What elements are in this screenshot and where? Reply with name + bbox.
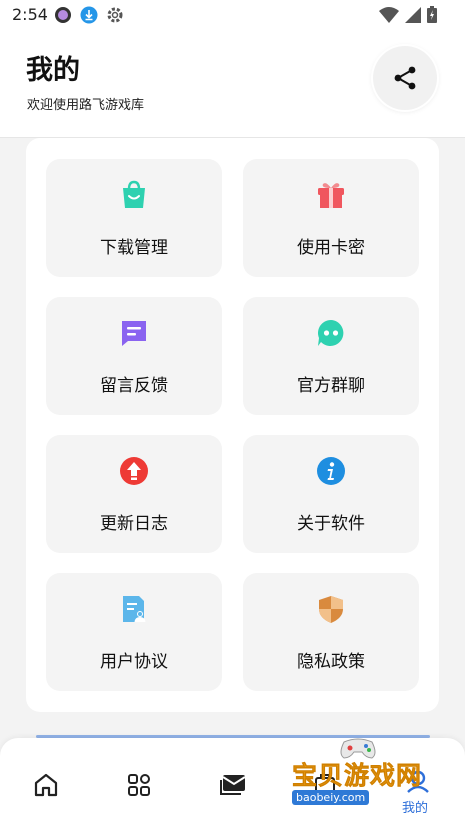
menu-item-label: 使用卡密	[297, 238, 365, 258]
menu-card: 下载管理 使用卡密 留言反馈 官方群聊 更新日志 关于软件 用户协议 隐私政策	[26, 138, 439, 712]
menu-item-official-group[interactable]: 官方群聊	[243, 297, 419, 415]
menu-item-user-agreement[interactable]: 用户协议	[46, 573, 222, 691]
status-time: 2:54	[12, 5, 48, 24]
nav-categories[interactable]	[124, 770, 154, 800]
menu-item-label: 留言反馈	[100, 376, 168, 396]
menu-item-label: 官方群聊	[297, 376, 365, 396]
app-notification-icon	[55, 7, 71, 23]
menu-item-feedback[interactable]: 留言反馈	[46, 297, 222, 415]
share-button[interactable]	[373, 46, 437, 110]
menu-item-changelog[interactable]: 更新日志	[46, 435, 222, 553]
page-title: 我的	[26, 55, 80, 86]
page-subtitle: 欢迎使用路飞游戏库	[27, 98, 145, 113]
menu-item-label: 更新日志	[100, 514, 168, 534]
message-square-icon	[118, 317, 150, 349]
download-notification-icon	[80, 6, 98, 24]
watermark-url: baobeiy.com	[292, 790, 370, 805]
mail-icon	[220, 775, 246, 795]
status-system-icons	[379, 6, 437, 23]
watermark-text: 宝贝游戏网	[292, 761, 423, 791]
grid-icon	[128, 774, 150, 796]
share-icon	[394, 66, 416, 90]
status-bar: 2:54	[0, 0, 465, 30]
menu-item-download-manager[interactable]: 下载管理	[46, 159, 222, 277]
signal-icon	[405, 6, 421, 23]
menu-item-about[interactable]: 关于软件	[243, 435, 419, 553]
shopping-bag-icon	[118, 179, 150, 211]
menu-item-label: 隐私政策	[297, 652, 365, 672]
wifi-icon	[379, 6, 399, 23]
settings-gear-icon	[107, 7, 123, 23]
menu-item-label: 关于软件	[297, 514, 365, 534]
status-notification-icons	[54, 6, 124, 24]
home-icon	[34, 773, 58, 797]
chat-bubble-icon	[315, 317, 347, 349]
menu-item-redeem-key[interactable]: 使用卡密	[243, 159, 419, 277]
watermark-logo: 宝贝游戏网 baobeiy.com	[292, 738, 432, 812]
info-icon	[315, 455, 347, 487]
nav-messages[interactable]	[218, 770, 248, 800]
page-header: 我的 欢迎使用路飞游戏库	[0, 30, 465, 138]
menu-item-privacy-policy[interactable]: 隐私政策	[243, 573, 419, 691]
shield-icon	[315, 593, 347, 625]
menu-item-label: 用户协议	[100, 652, 168, 672]
arrow-up-circle-icon	[118, 455, 150, 487]
gift-icon	[315, 179, 347, 211]
battery-icon	[427, 6, 437, 23]
document-user-icon	[118, 593, 150, 625]
menu-item-label: 下载管理	[100, 238, 168, 258]
nav-home[interactable]	[31, 770, 61, 800]
